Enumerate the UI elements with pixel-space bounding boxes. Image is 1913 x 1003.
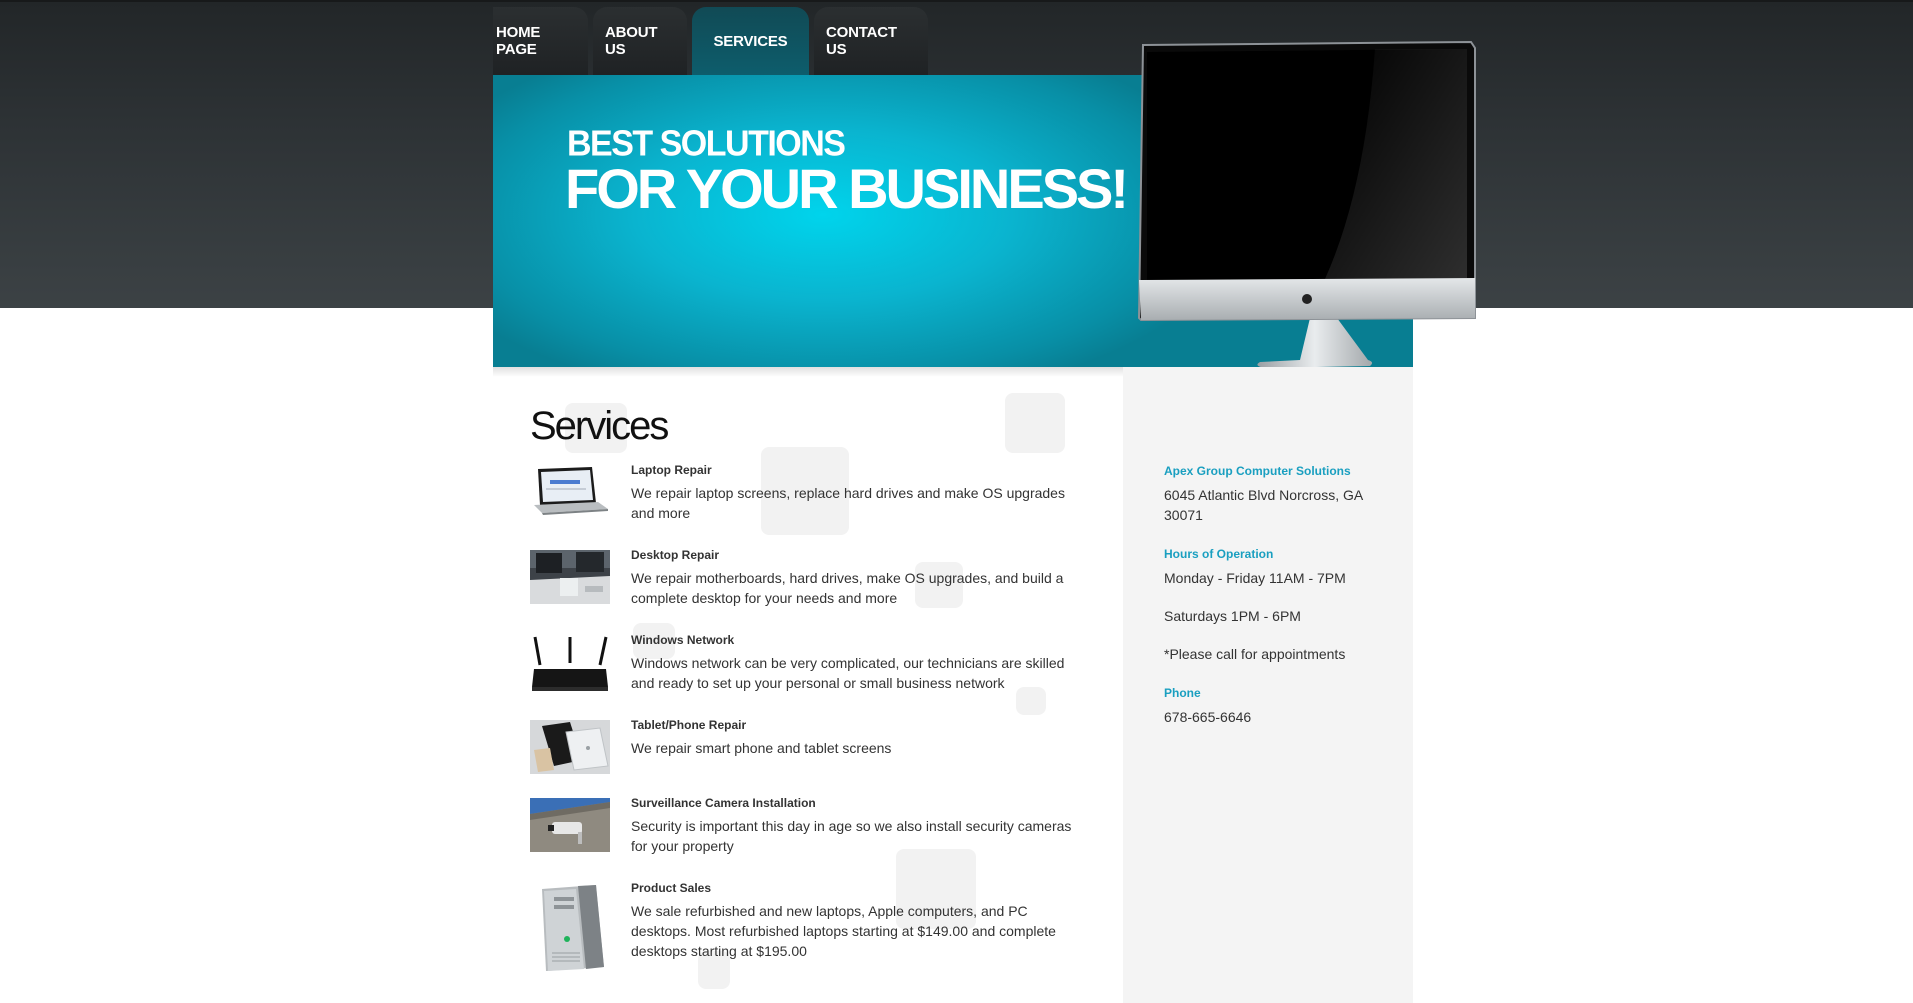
appointment-note: *Please call for appointments <box>1164 646 1346 662</box>
laptop-icon <box>530 465 610 519</box>
service-description: We sale refurbished and new laptops, App… <box>631 903 1056 959</box>
decor-square <box>1005 393 1065 453</box>
main-nav: HOME PAGE ABOUT US SERVICES CONTACT US <box>493 7 933 75</box>
service-title: Desktop Repair <box>631 548 720 562</box>
router-icon <box>530 635 610 695</box>
service-title: Surveillance Camera Installation <box>631 796 816 810</box>
company-address: 6045 Atlantic Blvd Norcross, GA 30071 <box>1164 487 1363 523</box>
page-title: Services <box>530 404 669 448</box>
service-title: Windows Network <box>631 633 735 647</box>
desktop-icon <box>530 550 610 604</box>
service-title: Product Sales <box>631 881 712 895</box>
nav-contact-us[interactable]: CONTACT US <box>814 7 928 75</box>
monitor-icon <box>1137 40 1476 368</box>
nav-about-us[interactable]: ABOUT US <box>593 7 687 75</box>
service-description: We repair smart phone and tablet screens <box>631 740 892 756</box>
phone-number[interactable]: 678-665-6646 <box>1164 707 1384 727</box>
contact-sidebar: Apex Group Computer Solutions 6045 Atlan… <box>1123 367 1413 1003</box>
service-description: We repair motherboards, hard drives, mak… <box>631 570 1064 606</box>
company-heading: Apex Group Computer Solutions <box>1164 464 1351 478</box>
nav-home[interactable]: HOME PAGE <box>493 7 588 75</box>
tablet-icon <box>530 720 610 774</box>
services-section: Services Laptop Repair We repair laptop … <box>493 367 1123 1003</box>
hours-saturday: Saturdays 1PM - 6PM <box>1164 608 1301 624</box>
service-title: Laptop Repair <box>631 463 712 477</box>
service-title: Tablet/Phone Repair <box>631 718 747 732</box>
pc-tower-icon <box>530 883 610 973</box>
camera-icon <box>530 798 610 852</box>
service-description: We repair laptop screens, replace hard d… <box>631 485 1065 521</box>
hours-heading: Hours of Operation <box>1164 547 1274 561</box>
service-description: Security is important this day in age so… <box>631 818 1072 854</box>
phone-heading: Phone <box>1164 686 1201 700</box>
banner-headline-large: FOR YOUR BUSINESS! <box>565 157 1129 220</box>
page-container: HOME PAGE ABOUT US SERVICES CONTACT US B… <box>493 0 1476 1003</box>
service-description: Windows network can be very complicated,… <box>631 655 1065 691</box>
hours-weekday: Monday - Friday 11AM - 7PM <box>1164 570 1346 586</box>
nav-services[interactable]: SERVICES <box>692 7 809 75</box>
